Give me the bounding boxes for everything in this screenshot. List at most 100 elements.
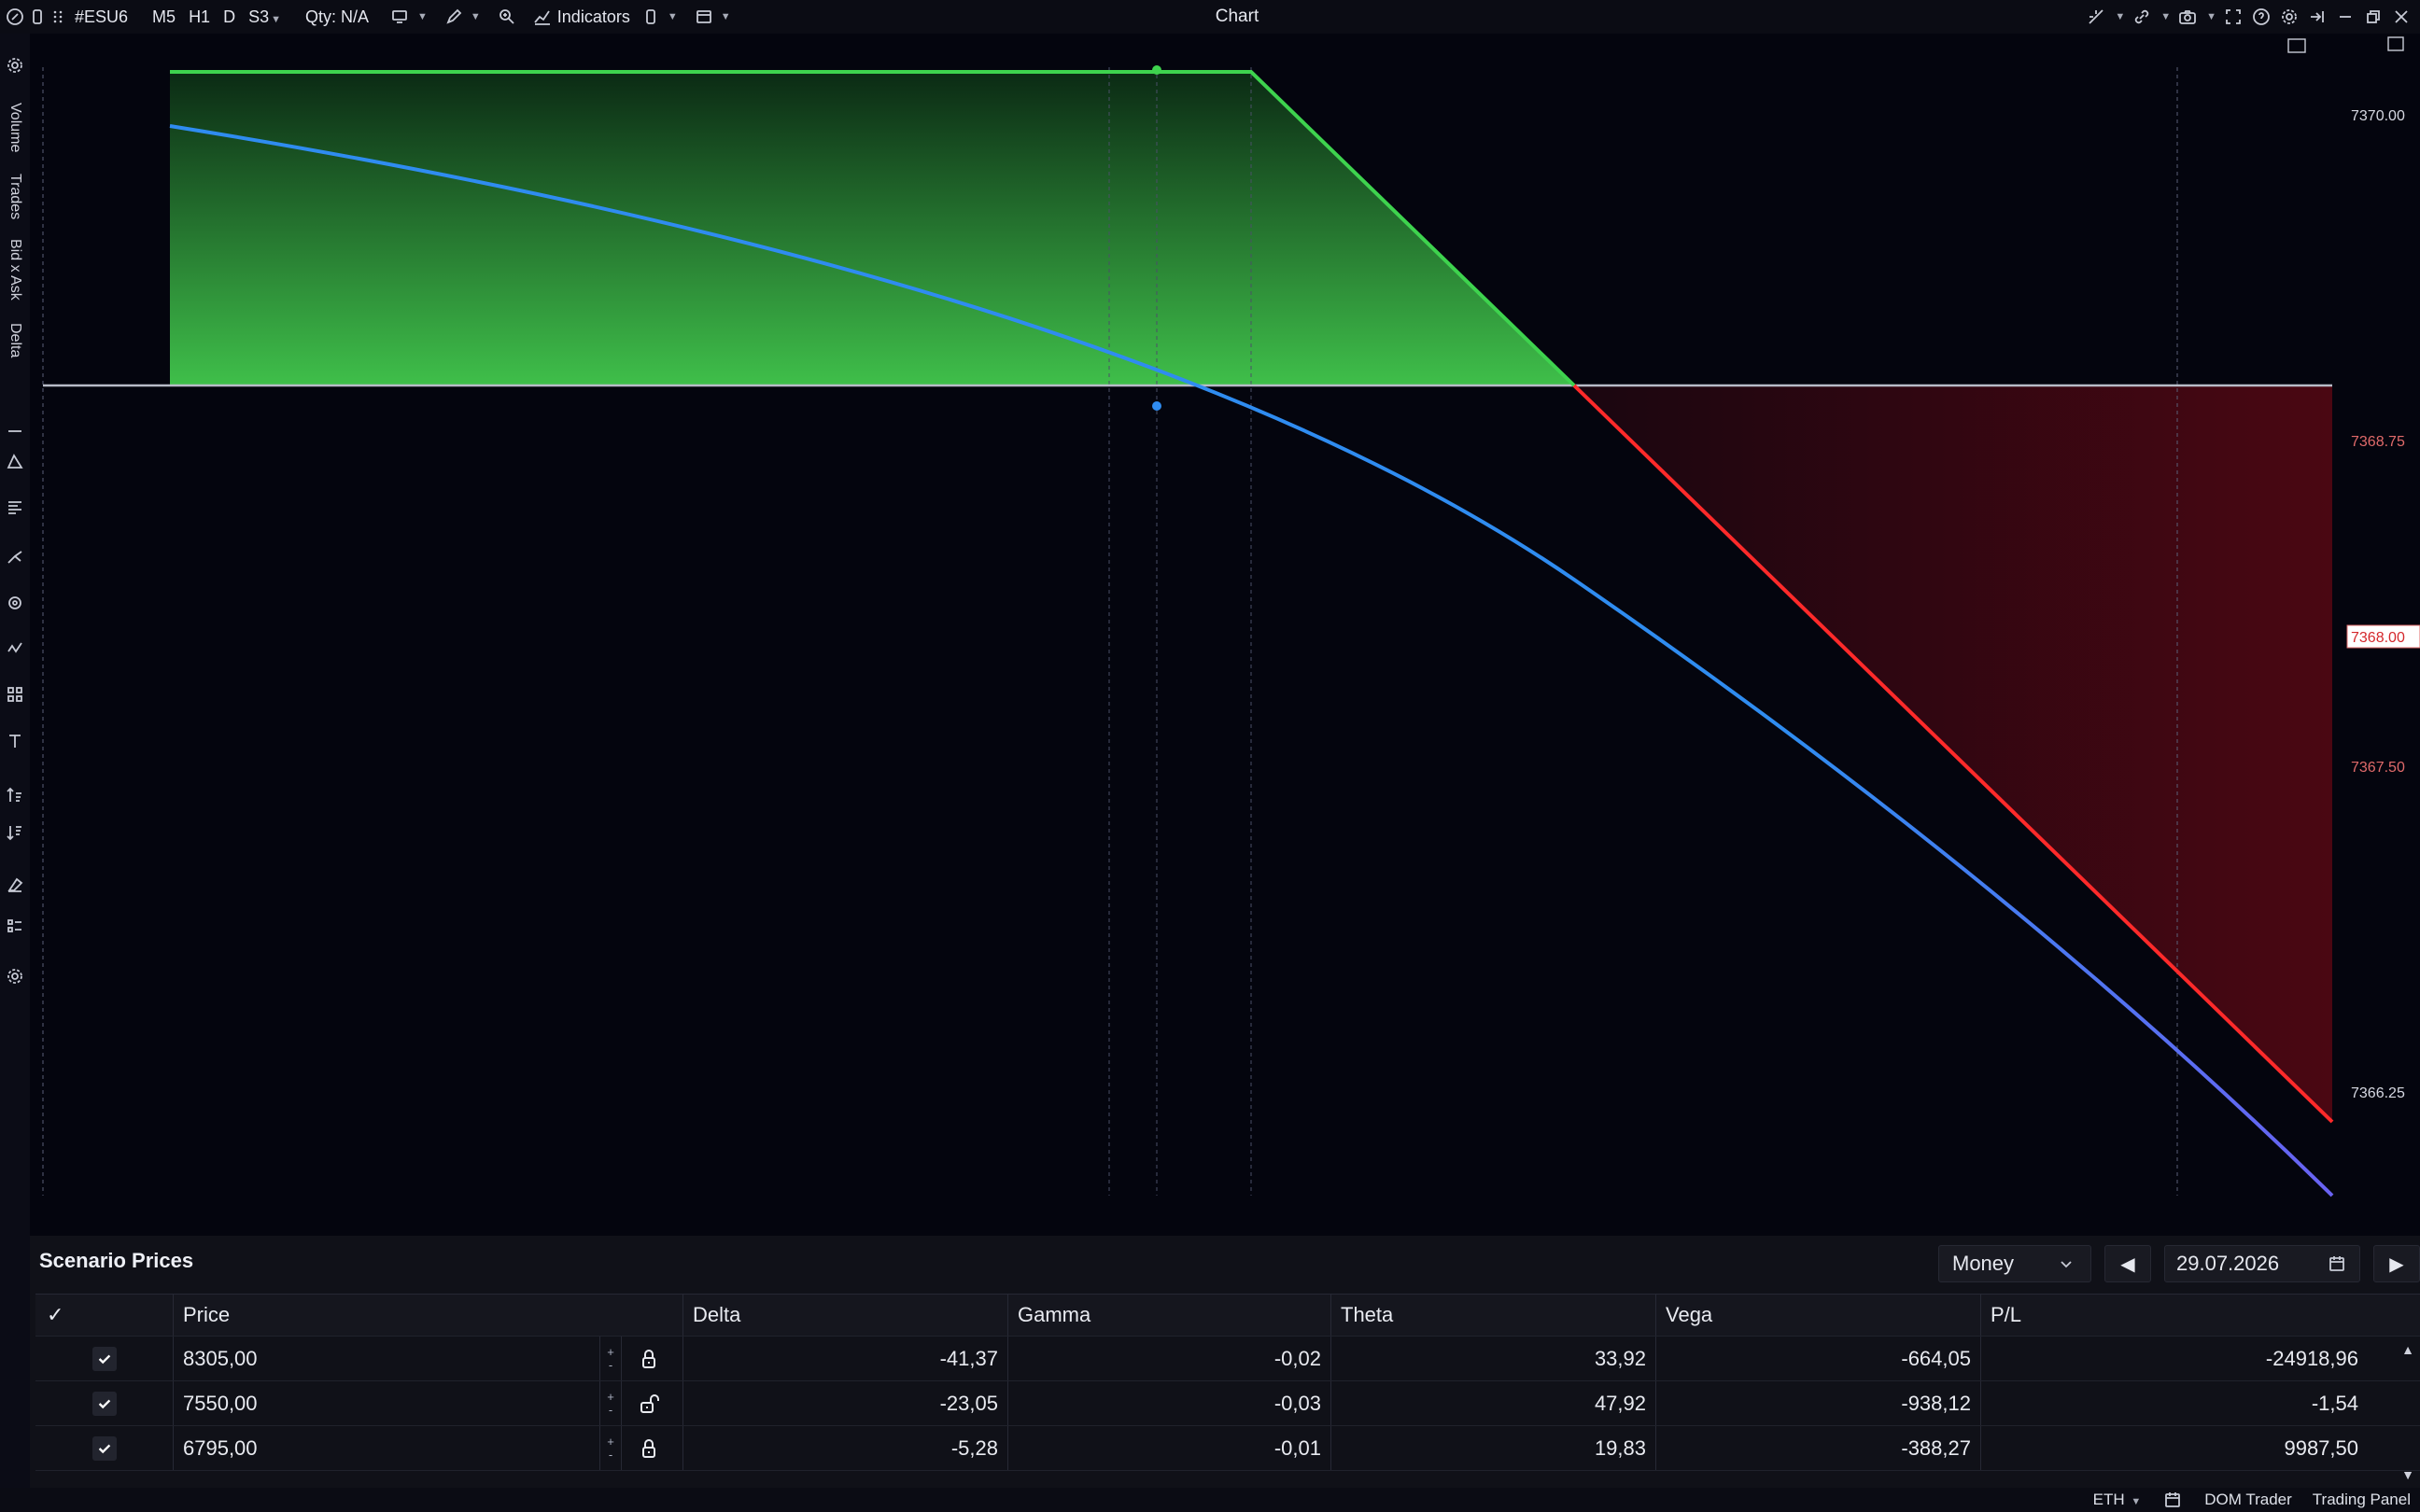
- price-value[interactable]: 6795,00: [183, 1436, 258, 1461]
- price-stepper[interactable]: + -: [599, 1426, 622, 1470]
- price-value[interactable]: 7550,00: [183, 1392, 258, 1416]
- chevron-down-icon: ▼: [667, 11, 678, 22]
- template-icon[interactable]: [640, 6, 662, 28]
- col-header-delta[interactable]: Delta: [683, 1295, 1008, 1336]
- col-header-price[interactable]: Price: [174, 1295, 683, 1336]
- previous-date-button[interactable]: ◀: [2104, 1245, 2151, 1282]
- payoff-chart[interactable]: 7370.00 7368.75 7368.00 7367.50 7366.25: [30, 34, 2420, 1236]
- pattern-tool-icon[interactable]: [4, 637, 26, 659]
- window-title: Chart: [1215, 7, 1259, 26]
- row-checkbox[interactable]: [91, 1346, 117, 1371]
- minus-icon[interactable]: -: [609, 1358, 612, 1372]
- col-header-pl[interactable]: P/L: [1981, 1295, 2385, 1336]
- plus-icon[interactable]: +: [607, 1435, 614, 1449]
- qty-display[interactable]: Qty: N/A: [288, 7, 376, 27]
- volume-label[interactable]: Volume: [2, 103, 28, 152]
- shape-tool-icon[interactable]: [4, 450, 26, 472]
- app-logo-icon[interactable]: [4, 6, 26, 28]
- indicators-button[interactable]: Indicators: [557, 7, 630, 27]
- fib-tool-icon[interactable]: [4, 497, 26, 519]
- lock-open-icon[interactable]: [637, 1392, 661, 1416]
- sort-asc-icon[interactable]: [4, 784, 26, 806]
- row-checkbox[interactable]: [91, 1391, 117, 1416]
- panel-toggle-icon[interactable]: [26, 6, 49, 28]
- close-icon[interactable]: [2390, 6, 2413, 28]
- restore-icon[interactable]: [2362, 6, 2385, 28]
- scale-toggle-icon: [2287, 38, 2306, 53]
- next-date-button[interactable]: ▶: [2373, 1245, 2420, 1282]
- view-mode-select[interactable]: Money: [1938, 1245, 2091, 1282]
- indicators-icon[interactable]: [531, 6, 554, 28]
- col-header-check[interactable]: ✓: [35, 1295, 174, 1336]
- chart-area[interactable]: 7370.00 7368.75 7368.00 7367.50 7366.25: [30, 34, 2420, 1236]
- pl-value: 9987,50: [2284, 1435, 2358, 1460]
- price-label-3: 7367.50: [2351, 760, 2405, 776]
- pin-icon[interactable]: [2306, 6, 2329, 28]
- link-icon[interactable]: [2131, 6, 2153, 28]
- gann-tool-icon[interactable]: [4, 592, 26, 614]
- price-stepper[interactable]: + -: [599, 1381, 622, 1425]
- row-checkbox[interactable]: [91, 1435, 117, 1461]
- current-price-marker: [1152, 65, 1161, 75]
- price-label-0: 7370.00: [2351, 108, 2405, 124]
- timeframe-h1[interactable]: H1: [189, 7, 210, 27]
- object-list-icon[interactable]: [4, 915, 26, 937]
- table-scrollbar[interactable]: ▲ ▼: [2399, 1342, 2416, 1482]
- eraser-icon[interactable]: [4, 874, 26, 896]
- delta-value: -23,05: [683, 1381, 1008, 1425]
- scroll-up-icon[interactable]: ▲: [2401, 1342, 2414, 1357]
- timeframe-d[interactable]: D: [223, 7, 235, 27]
- plus-icon[interactable]: +: [607, 1390, 614, 1404]
- scenario-panel: Scenario Prices Money ◀ 29.07.2026 ▶ ✓ P…: [30, 1236, 2420, 1488]
- calendar-icon[interactable]: [2161, 1489, 2184, 1511]
- layout-icon[interactable]: [693, 6, 715, 28]
- drawing-settings-icon[interactable]: [4, 965, 26, 987]
- plus-icon[interactable]: +: [607, 1345, 614, 1359]
- col-header-theta[interactable]: Theta: [1331, 1295, 1656, 1336]
- settings-gear-icon[interactable]: [2278, 6, 2300, 28]
- chart-type-icon[interactable]: [389, 6, 412, 28]
- timeframe-m5[interactable]: M5: [152, 7, 176, 27]
- lock-closed-icon[interactable]: [637, 1347, 661, 1371]
- minus-icon[interactable]: -: [609, 1448, 612, 1462]
- trades-label[interactable]: Trades: [2, 174, 28, 219]
- drag-handle-icon[interactable]: [49, 6, 67, 28]
- lock-closed-icon[interactable]: [637, 1436, 661, 1461]
- pencil-icon[interactable]: [443, 6, 465, 28]
- fullscreen-icon[interactable]: [2222, 6, 2244, 28]
- zoom-icon[interactable]: [496, 6, 518, 28]
- text-tool-icon[interactable]: [4, 730, 26, 752]
- date-field[interactable]: 29.07.2026: [2164, 1245, 2360, 1282]
- crosshair-icon[interactable]: [2085, 6, 2107, 28]
- cursor-tool-icon[interactable]: [4, 420, 26, 442]
- symbol-selector[interactable]: #ESU6: [67, 7, 135, 27]
- price-stepper[interactable]: + -: [599, 1337, 622, 1380]
- bid-ask-label[interactable]: Bid x Ask: [2, 239, 28, 301]
- price-value[interactable]: 8305,00: [183, 1347, 258, 1371]
- pl-value: -1,54: [2311, 1391, 2358, 1415]
- help-icon[interactable]: [2250, 6, 2272, 28]
- dom-trader-button[interactable]: DOM Trader: [2204, 1491, 2292, 1509]
- current-price-label: 7368.00: [2351, 630, 2405, 646]
- chevron-down-icon: ▼: [2131, 1496, 2142, 1507]
- calendar-icon[interactable]: [2326, 1253, 2348, 1275]
- timeframe-s3[interactable]: S3 ▼: [248, 7, 281, 27]
- chart-settings-icon[interactable]: [4, 54, 26, 77]
- trading-panel-button[interactable]: Trading Panel: [2313, 1491, 2411, 1509]
- col-header-gamma[interactable]: Gamma: [1008, 1295, 1331, 1336]
- delta-label[interactable]: Delta: [2, 323, 28, 357]
- sort-desc-icon[interactable]: [4, 821, 26, 844]
- vega-value: -664,05: [1656, 1337, 1981, 1380]
- col-header-vega[interactable]: Vega: [1656, 1295, 1981, 1336]
- group-tool-icon[interactable]: [4, 683, 26, 706]
- gamma-value: -0,03: [1008, 1381, 1331, 1425]
- pitchfork-tool-icon[interactable]: [4, 545, 26, 567]
- minimize-icon[interactable]: [2334, 6, 2357, 28]
- vega-value: -388,27: [1656, 1426, 1981, 1470]
- session-selector[interactable]: ETH ▼: [2093, 1491, 2142, 1509]
- camera-icon[interactable]: [2176, 6, 2199, 28]
- triangle-right-icon: ▶: [2389, 1253, 2404, 1275]
- scenario-table: ✓ Price Delta Gamma Theta Vega P/L 8305,…: [35, 1294, 2420, 1471]
- minus-icon[interactable]: -: [609, 1403, 612, 1417]
- scroll-down-icon[interactable]: ▼: [2401, 1467, 2414, 1482]
